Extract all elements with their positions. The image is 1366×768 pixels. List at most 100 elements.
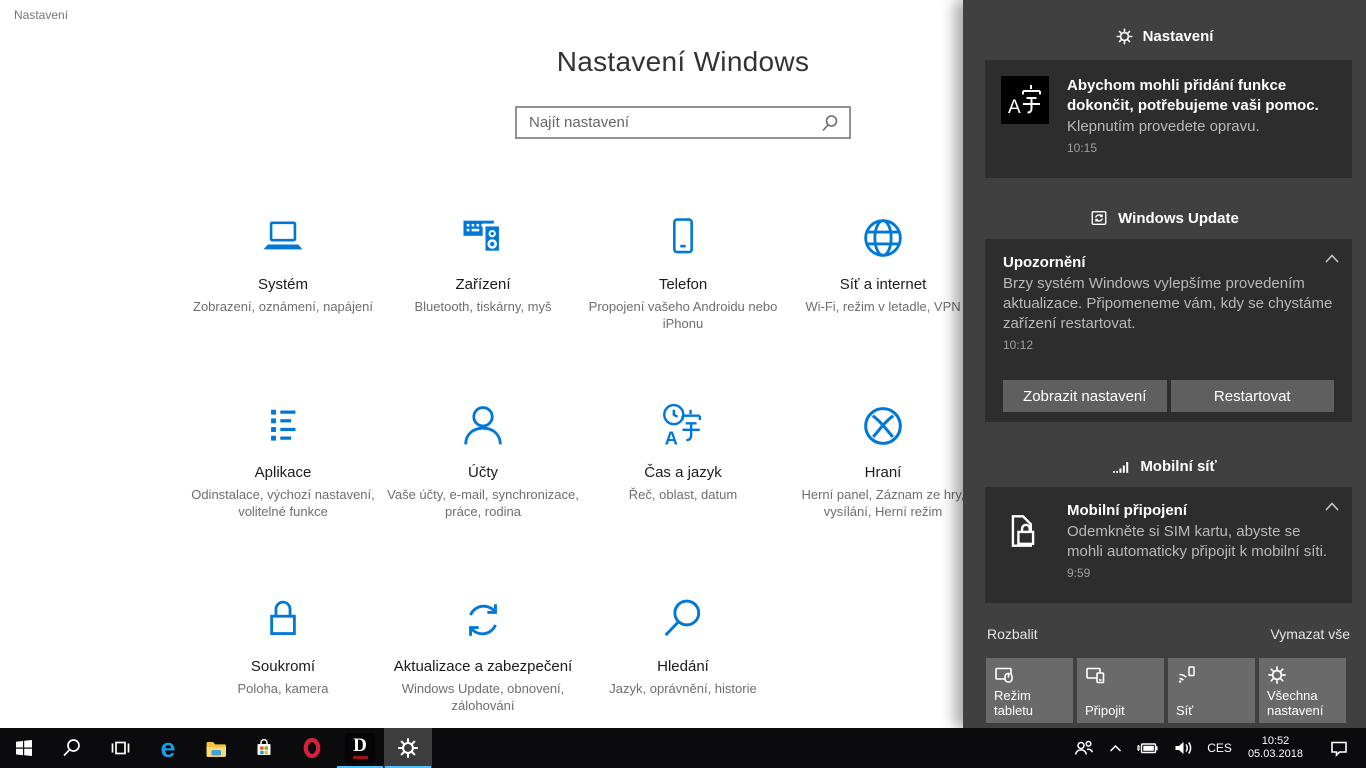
category-apps[interactable]: Aplikace Odinstalace, výchozí nastavení,… bbox=[183, 398, 383, 520]
connect-icon bbox=[1085, 665, 1106, 685]
file-explorer-icon[interactable] bbox=[192, 728, 240, 768]
quick-action-tablet-mode[interactable]: Režim tabletu bbox=[986, 658, 1073, 723]
category-title: Aktualizace a zabezpečení bbox=[383, 658, 583, 675]
clock-date: 05.03.2018 bbox=[1248, 748, 1303, 761]
all-settings-icon bbox=[1267, 665, 1287, 685]
battery-icon[interactable] bbox=[1129, 728, 1167, 768]
clock-time: 10:52 bbox=[1248, 735, 1303, 748]
restart-button[interactable]: Restartovat bbox=[1171, 380, 1335, 412]
notification-time: 10:15 bbox=[1067, 141, 1338, 155]
expand-link[interactable]: Rozbalit bbox=[987, 626, 1038, 642]
category-subtitle: Propojení vašeho Androidu nebo iPhonu bbox=[583, 298, 783, 332]
quick-action-connect[interactable]: Připojit bbox=[1077, 658, 1164, 723]
language-icon: A bbox=[1001, 76, 1049, 124]
chevron-up-icon[interactable] bbox=[1324, 253, 1340, 264]
category-title: Hledání bbox=[583, 658, 783, 675]
language-indicator[interactable]: CES bbox=[1200, 728, 1239, 768]
category-accounts[interactable]: Účty Vaše účty, e-mail, synchronizace, p… bbox=[383, 398, 583, 520]
task-view-icon[interactable] bbox=[96, 728, 144, 768]
category-subtitle: Bluetooth, tiskárny, myš bbox=[383, 298, 583, 315]
category-subtitle: Herní panel, Záznam ze hry, vysílání, He… bbox=[783, 486, 983, 520]
start-button[interactable] bbox=[0, 728, 48, 768]
laptop-icon bbox=[183, 210, 383, 264]
category-title: Telefon bbox=[583, 276, 783, 293]
category-subtitle: Windows Update, obnovení, zálohování bbox=[383, 680, 583, 714]
taskbar: e D bbox=[0, 728, 1366, 768]
people-icon[interactable] bbox=[1066, 728, 1102, 768]
category-subtitle: Jazyk, oprávnění, historie bbox=[583, 680, 783, 697]
quick-action-network[interactable]: Síť bbox=[1168, 658, 1255, 723]
category-time-language[interactable]: A Čas a jazyk Řeč, oblast, datum bbox=[583, 398, 783, 503]
section-header-settings: Nastavení bbox=[963, 28, 1366, 45]
svg-text:A: A bbox=[665, 427, 678, 448]
notification-body: Odemkněte si SIM kartu, abyste se mohli … bbox=[1067, 522, 1338, 562]
quick-action-label: Síť bbox=[1176, 703, 1251, 718]
quick-action-label: Všechna nastavení bbox=[1267, 688, 1342, 718]
category-title: Čas a jazyk bbox=[583, 464, 783, 481]
category-subtitle: Wi-Fi, režim v letadle, VPN bbox=[783, 298, 983, 315]
category-privacy[interactable]: Soukromí Poloha, kamera bbox=[183, 592, 383, 697]
section-title: Windows Update bbox=[1118, 210, 1239, 227]
globe-icon bbox=[783, 210, 983, 264]
category-subtitle: Řeč, oblast, datum bbox=[583, 486, 783, 503]
xbox-icon bbox=[783, 398, 983, 452]
quick-action-label: Režim tabletu bbox=[994, 688, 1069, 718]
section-title: Mobilní síť bbox=[1140, 458, 1216, 475]
quick-action-label: Připojit bbox=[1085, 703, 1160, 718]
system-tray: CES 10:52 05.03.2018 bbox=[1066, 728, 1366, 768]
person-icon bbox=[383, 398, 583, 452]
opera-icon[interactable] bbox=[288, 728, 336, 768]
devices-icon bbox=[383, 210, 583, 264]
settings-taskbar-icon[interactable] bbox=[384, 728, 432, 768]
action-center-panel: Nastavení A Abychom mohli přidání funkce… bbox=[963, 0, 1366, 728]
notification-language-fix[interactable]: A Abychom mohli přidání funkce dokončit,… bbox=[985, 60, 1352, 178]
tray-chevron-up-icon[interactable] bbox=[1102, 728, 1129, 768]
category-gaming[interactable]: Hraní Herní panel, Záznam ze hry, vysílá… bbox=[783, 398, 983, 520]
update-icon bbox=[1090, 209, 1108, 227]
notification-body: Klepnutím provedete opravu. bbox=[1067, 117, 1338, 137]
potplayer-icon[interactable]: D bbox=[336, 728, 384, 768]
search-icon[interactable] bbox=[821, 114, 839, 132]
category-subtitle: Zobrazení, oznámení, napájení bbox=[183, 298, 383, 315]
edge-icon[interactable]: e bbox=[144, 728, 192, 768]
window-title: Nastavení bbox=[14, 8, 68, 22]
taskbar-search-icon[interactable] bbox=[48, 728, 96, 768]
category-title: Systém bbox=[183, 276, 383, 293]
category-update-security[interactable]: Aktualizace a zabezpečení Windows Update… bbox=[383, 592, 583, 714]
category-subtitle: Vaše účty, e-mail, synchronizace, práce,… bbox=[383, 486, 583, 520]
notification-title: Abychom mohli přidání funkce dokončit, p… bbox=[1067, 76, 1338, 116]
notification-update-warning[interactable]: Upozornění Brzy systém Windows vylepšíme… bbox=[985, 239, 1352, 422]
clear-all-link[interactable]: Vymazat vše bbox=[1270, 626, 1350, 642]
category-search[interactable]: Hledání Jazyk, oprávnění, historie bbox=[583, 592, 783, 697]
category-title: Hraní bbox=[783, 464, 983, 481]
category-devices[interactable]: Zařízení Bluetooth, tiskárny, myš bbox=[383, 210, 583, 315]
search-input[interactable] bbox=[517, 114, 821, 131]
category-system[interactable]: Systém Zobrazení, oznámení, napájení bbox=[183, 210, 383, 315]
volume-icon[interactable] bbox=[1167, 728, 1200, 768]
gear-icon bbox=[1116, 28, 1133, 45]
quick-action-all-settings[interactable]: Všechna nastavení bbox=[1259, 658, 1346, 723]
notification-body: Brzy systém Windows vylepšíme provedením… bbox=[1003, 274, 1334, 334]
category-title: Síť a internet bbox=[783, 276, 983, 293]
notification-title: Mobilní připojení bbox=[1067, 501, 1338, 521]
store-icon[interactable] bbox=[240, 728, 288, 768]
notification-sim-lock[interactable]: Mobilní připojení Odemkněte si SIM kartu… bbox=[985, 487, 1352, 603]
section-title: Nastavení bbox=[1143, 28, 1214, 45]
desktop: Nastavení Nastavení Windows Systém Zobra… bbox=[0, 0, 1366, 768]
category-subtitle: Odinstalace, výchozí nastavení, voliteln… bbox=[183, 486, 383, 520]
show-settings-button[interactable]: Zobrazit nastavení bbox=[1003, 380, 1167, 412]
action-center-icon[interactable] bbox=[1312, 728, 1366, 768]
sim-lock-icon bbox=[1001, 501, 1049, 603]
category-title: Účty bbox=[383, 464, 583, 481]
notification-time: 9:59 bbox=[1067, 566, 1338, 580]
category-phone[interactable]: Telefon Propojení vašeho Androidu nebo i… bbox=[583, 210, 783, 332]
category-subtitle: Poloha, kamera bbox=[183, 680, 383, 697]
chevron-up-icon[interactable] bbox=[1324, 501, 1340, 512]
notification-title: Upozornění bbox=[1003, 253, 1334, 273]
clock[interactable]: 10:52 05.03.2018 bbox=[1239, 735, 1312, 761]
signal-icon bbox=[1112, 459, 1130, 474]
apps-icon bbox=[183, 398, 383, 452]
section-header-windows-update: Windows Update bbox=[963, 209, 1366, 227]
category-network[interactable]: Síť a internet Wi-Fi, režim v letadle, V… bbox=[783, 210, 983, 315]
settings-search-box[interactable] bbox=[515, 106, 851, 139]
